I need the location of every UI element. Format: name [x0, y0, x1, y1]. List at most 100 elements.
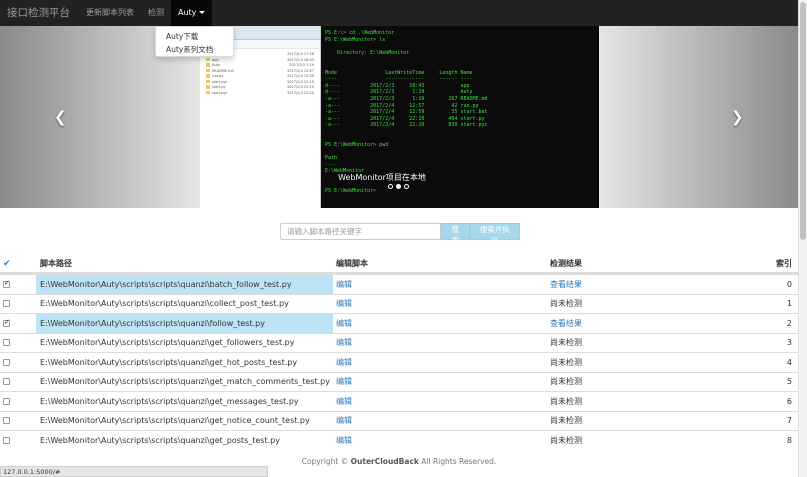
carousel: .git2017/2/3 17:56app2017/2/3 18:43Auty2… [0, 26, 798, 208]
table-row[interactable]: E:\WebMonitor\Auty\scripts\scripts\quanz… [0, 371, 798, 392]
row-checkbox[interactable] [3, 378, 10, 386]
dropdown-item-auty-docs[interactable]: Auty系列文档 [156, 43, 233, 56]
search-input[interactable] [280, 223, 441, 240]
folder-icon [206, 68, 210, 73]
explorer-file-name: Auty [212, 63, 221, 67]
table-row[interactable]: E:\WebMonitor\Auty\scripts\scripts\quanz… [0, 410, 798, 431]
table-row[interactable]: E:\WebMonitor\Auty\scripts\scripts\quanz… [0, 352, 798, 372]
edit-script-link[interactable]: 编辑 [336, 299, 352, 308]
table-row[interactable]: E:\WebMonitor\Auty\scripts\scripts\quanz… [0, 430, 798, 450]
terminal-line: -a--- 2017/2/3 1:19 267 README.md [325, 95, 488, 102]
carousel-indicator-active[interactable] [396, 184, 401, 189]
script-path: E:\WebMonitor\Auty\scripts\scripts\quanz… [40, 377, 330, 387]
edit-script-link[interactable]: 编辑 [336, 416, 352, 425]
chevron-left-icon[interactable]: ❮ [54, 110, 67, 125]
view-result-link[interactable]: 查看结果 [550, 319, 582, 328]
search-bar: 搜索 搜索并执行 [280, 223, 520, 245]
check-all-icon[interactable]: ✔ [3, 259, 11, 269]
result-status: 尚未检测 [550, 416, 582, 426]
explorer-file-date: 2017/2/4 22:20 [287, 90, 314, 95]
dropdown-item-auty-download[interactable]: Auty下载 [156, 30, 233, 43]
view-result-link[interactable]: 查看结果 [550, 280, 582, 289]
script-path: E:\WebMonitor\Auty\scripts\scripts\quanz… [40, 416, 310, 426]
edit-script-link[interactable]: 编辑 [336, 319, 352, 328]
script-path: E:\WebMonitor\Auty\scripts\scripts\quanz… [36, 314, 333, 333]
search-execute-button[interactable]: 搜索并执行 [469, 223, 520, 245]
explorer-file-name: run.py [212, 74, 224, 78]
folder-icon [206, 57, 210, 62]
nav-auty-menu[interactable]: Auty [171, 0, 213, 26]
row-index: 2 [786, 318, 792, 328]
result-status: 尚未检测 [550, 357, 582, 367]
script-path: E:\WebMonitor\Auty\scripts\scripts\quanz… [40, 338, 295, 348]
edit-script-link[interactable]: 编辑 [336, 338, 352, 347]
result-status: 尚未检测 [550, 435, 582, 445]
terminal-line: -a--- 2017/2/4 22:10 404 start.py [325, 115, 485, 122]
row-checkbox[interactable] [3, 417, 10, 425]
row-checkbox[interactable] [3, 436, 10, 444]
folder-icon [206, 74, 210, 78]
footer-suffix: All Rights Reserved. [421, 457, 497, 466]
row-checkbox[interactable] [3, 397, 10, 405]
row-checkbox[interactable] [3, 358, 10, 366]
result-status: 尚未检测 [550, 338, 582, 348]
row-index: 5 [786, 377, 792, 387]
scripts-table: ✔ 脚本路径 编辑脚本 检测结果 索引 E:\WebMonitor\Auty\s… [0, 255, 798, 450]
terminal-line: PS E:\> cd .\WebMonitor [325, 30, 395, 36]
chevron-right-icon[interactable]: ❯ [731, 110, 744, 125]
row-checkbox[interactable] [3, 339, 10, 347]
row-index: 0 [786, 279, 792, 289]
row-index: 3 [786, 338, 792, 348]
terminal-line: -a--- 2017/2/4 12:59 35 start.bat [325, 109, 488, 116]
script-path: E:\WebMonitor\Auty\scripts\scripts\quanz… [40, 357, 298, 367]
brand[interactable]: 接口检测平台 [0, 0, 79, 26]
row-checkbox[interactable] [3, 318, 10, 327]
search-button[interactable]: 搜索 [440, 223, 470, 245]
carousel-indicator[interactable] [404, 184, 409, 189]
page-scrollbar[interactable] [798, 0, 807, 477]
nav-auty-label: Auty [178, 8, 197, 17]
script-path: E:\WebMonitor\Auty\scripts\scripts\quanz… [40, 435, 280, 445]
table-header: ✔ 脚本路径 编辑脚本 检测结果 索引 [0, 255, 798, 274]
table-row[interactable]: E:\WebMonitor\Auty\scripts\scripts\quanz… [0, 293, 798, 314]
caret-down-icon [199, 11, 206, 14]
script-path: E:\WebMonitor\Auty\scripts\scripts\quanz… [40, 396, 299, 406]
row-checkbox[interactable] [3, 300, 10, 308]
table-row[interactable]: E:\WebMonitor\Auty\scripts\scripts\quanz… [0, 313, 798, 333]
nav-update-scripts[interactable]: 更新脚本列表 [79, 0, 141, 26]
terminal-line: -a--- 2017/2/4 12:57 42 run.py [325, 102, 479, 109]
carousel-slide: .git2017/2/3 17:56app2017/2/3 18:43Auty2… [200, 26, 599, 208]
nav-check[interactable]: 检测 [141, 0, 171, 26]
terminal-line: PS E:\WebMonitor> pwd [325, 142, 389, 149]
row-index: 4 [786, 357, 792, 367]
scrollbar-thumb[interactable] [800, 2, 806, 240]
edit-script-link[interactable]: 编辑 [336, 280, 352, 289]
folder-icon [206, 79, 210, 84]
carousel-indicator[interactable] [388, 184, 393, 189]
edit-script-link[interactable]: 编辑 [336, 397, 352, 406]
row-index: 7 [786, 416, 792, 426]
carousel-shade-right[interactable] [598, 26, 798, 208]
footer-owner: OuterCloudBack [350, 457, 419, 466]
result-status: 尚未检测 [550, 396, 582, 406]
table-row[interactable]: E:\WebMonitor\Auty\scripts\scripts\quanz… [0, 274, 798, 294]
folder-icon [206, 90, 210, 95]
table-row[interactable]: E:\WebMonitor\Auty\scripts\scripts\quanz… [0, 332, 798, 353]
result-status: 尚未检测 [550, 377, 582, 387]
edit-script-link[interactable]: 编辑 [336, 377, 352, 386]
explorer-file-name: start.py [212, 85, 226, 89]
footer: Copyright © OuterCloudBack All Rights Re… [0, 457, 798, 466]
table-row[interactable]: E:\WebMonitor\Auty\scripts\scripts\quanz… [0, 391, 798, 411]
row-index: 6 [786, 396, 792, 406]
row-index: 1 [786, 299, 792, 309]
explorer-file-row: start.pyc 2017/2/4 22:20 [200, 91, 320, 97]
folder-icon [206, 63, 210, 67]
edit-script-link[interactable]: 编辑 [336, 436, 352, 445]
edit-script-link[interactable]: 编辑 [336, 358, 352, 367]
terminal-line: d---- 2017/2/3 1:19 Auty [325, 89, 473, 96]
row-index: 8 [786, 435, 792, 445]
row-checkbox[interactable] [3, 279, 10, 288]
terminal-line: ---- ------------- ------ ---- [325, 76, 473, 83]
